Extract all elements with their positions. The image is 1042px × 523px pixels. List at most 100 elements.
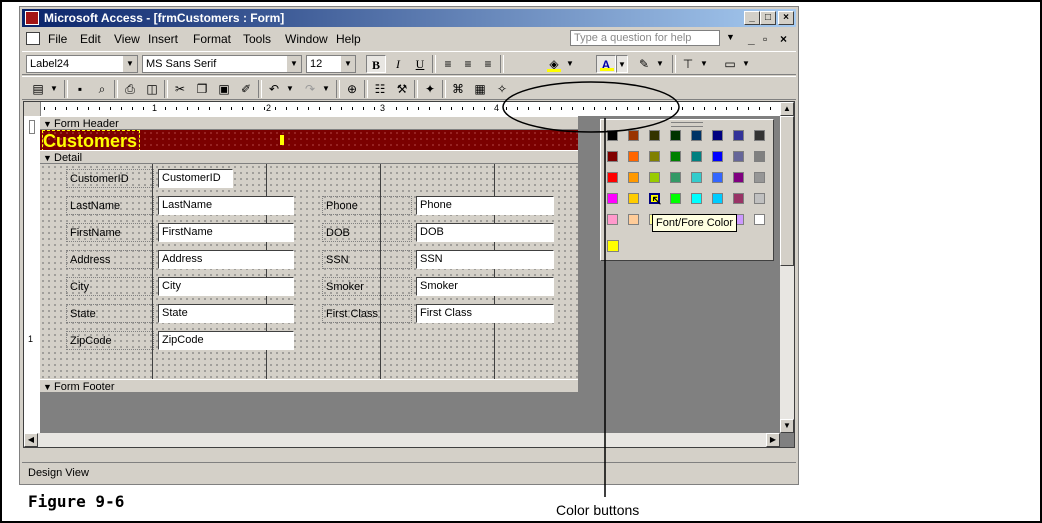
address-label[interactable]: Address bbox=[66, 250, 154, 269]
color-swatch[interactable] bbox=[649, 151, 660, 162]
field-list-icon[interactable]: ☷ bbox=[370, 80, 390, 98]
palette-move-handle[interactable] bbox=[671, 122, 703, 127]
scroll-right-icon[interactable]: ▶ bbox=[766, 433, 780, 447]
menu-edit[interactable]: Edit bbox=[80, 32, 101, 46]
special-effect-dropdown-icon[interactable]: ▼ bbox=[740, 55, 752, 73]
color-swatch[interactable] bbox=[691, 151, 702, 162]
format-painter-icon[interactable]: ✐ bbox=[236, 80, 256, 98]
first-class-label[interactable]: First Class bbox=[322, 304, 412, 323]
color-swatch[interactable] bbox=[754, 151, 765, 162]
color-swatch[interactable] bbox=[670, 151, 681, 162]
ssn-field[interactable]: SSN bbox=[416, 250, 554, 269]
zipcode-field[interactable]: ZipCode bbox=[158, 331, 294, 350]
smoker-field[interactable]: Smoker bbox=[416, 277, 554, 296]
close-button[interactable]: × bbox=[778, 11, 794, 25]
color-swatch[interactable] bbox=[670, 130, 681, 141]
city-field[interactable]: City bbox=[158, 277, 294, 296]
font-color-icon[interactable]: A bbox=[596, 55, 616, 73]
dob-field[interactable]: DOB bbox=[416, 223, 554, 242]
hyperlink-icon[interactable]: ⊕ bbox=[342, 80, 362, 98]
city-label[interactable]: City bbox=[66, 277, 154, 296]
color-swatch[interactable] bbox=[712, 193, 723, 204]
smoker-label[interactable]: Smoker bbox=[322, 277, 412, 296]
align-right-icon[interactable]: ≡ bbox=[478, 55, 498, 73]
form-header-bar[interactable]: ▼ Form Header bbox=[40, 116, 578, 130]
zipcode-label[interactable]: ZipCode bbox=[66, 331, 154, 350]
phone-field[interactable]: Phone bbox=[416, 196, 554, 215]
color-swatch[interactable] bbox=[712, 151, 723, 162]
color-swatch[interactable] bbox=[628, 151, 639, 162]
color-swatch[interactable] bbox=[691, 130, 702, 141]
color-swatch[interactable] bbox=[628, 193, 639, 204]
first-class-field[interactable]: First Class bbox=[416, 304, 554, 323]
save-icon[interactable]: ▪ bbox=[70, 80, 90, 98]
form-header-section[interactable]: Customers bbox=[40, 130, 578, 152]
line-color-dropdown-icon[interactable]: ▼ bbox=[654, 55, 666, 73]
state-label[interactable]: State bbox=[66, 304, 154, 323]
firstname-field[interactable]: FirstName bbox=[158, 223, 294, 242]
doc-close-icon[interactable]: × bbox=[780, 32, 787, 46]
align-center-icon[interactable]: ≡ bbox=[458, 55, 478, 73]
fill-color-dropdown-icon[interactable]: ▼ bbox=[564, 55, 576, 73]
undo-dropdown-icon[interactable]: ▼ bbox=[284, 80, 296, 98]
color-swatch[interactable] bbox=[670, 172, 681, 183]
form-icon[interactable] bbox=[26, 32, 40, 45]
form-footer-bar[interactable]: ▼ Form Footer bbox=[40, 379, 578, 393]
menu-help[interactable]: Help bbox=[336, 32, 361, 46]
font-name-select[interactable]: MS Sans Serif ▼ bbox=[142, 55, 302, 73]
redo-dropdown-icon[interactable]: ▼ bbox=[320, 80, 332, 98]
color-swatch[interactable] bbox=[607, 214, 618, 225]
color-swatch[interactable] bbox=[733, 193, 744, 204]
scroll-left-icon[interactable]: ◀ bbox=[24, 433, 38, 447]
color-swatch[interactable] bbox=[733, 151, 744, 162]
header-selector[interactable] bbox=[29, 120, 35, 134]
customerid-field[interactable]: CustomerID bbox=[158, 169, 233, 188]
special-effect-icon[interactable]: ▭ bbox=[720, 55, 740, 73]
scroll-thumb[interactable] bbox=[780, 116, 794, 266]
color-swatch[interactable] bbox=[691, 172, 702, 183]
color-swatch[interactable] bbox=[733, 130, 744, 141]
lastname-label[interactable]: LastName bbox=[66, 196, 154, 215]
lastname-field[interactable]: LastName bbox=[158, 196, 294, 215]
color-swatch[interactable] bbox=[691, 193, 702, 204]
properties-icon[interactable]: ▦ bbox=[470, 80, 490, 98]
doc-restore-icon[interactable]: ▫ bbox=[763, 32, 767, 46]
color-swatch[interactable] bbox=[649, 172, 660, 183]
header-title-label[interactable]: Customers bbox=[42, 130, 141, 152]
doc-minimize-icon[interactable]: _ bbox=[748, 32, 755, 46]
font-size-select[interactable]: 12 ▼ bbox=[306, 55, 356, 73]
line-color-icon[interactable]: ✎ bbox=[634, 55, 654, 73]
vertical-scrollbar[interactable]: ▲ ▼ bbox=[780, 102, 794, 433]
menu-window[interactable]: Window bbox=[285, 32, 328, 46]
cut-icon[interactable]: ✂ bbox=[170, 80, 190, 98]
color-swatch[interactable] bbox=[712, 172, 723, 183]
maximize-button[interactable]: □ bbox=[760, 11, 776, 25]
menu-insert[interactable]: Insert bbox=[148, 32, 178, 46]
color-swatch[interactable] bbox=[754, 130, 765, 141]
code-icon[interactable]: ⌘ bbox=[448, 80, 468, 98]
scroll-up-icon[interactable]: ▲ bbox=[780, 102, 794, 116]
line-width-icon[interactable]: ⊤ bbox=[678, 55, 698, 73]
detail-bar[interactable]: ▼ Detail bbox=[40, 150, 578, 164]
line-width-dropdown-icon[interactable]: ▼ bbox=[698, 55, 710, 73]
phone-label[interactable]: Phone bbox=[322, 196, 412, 215]
address-field[interactable]: Address bbox=[158, 250, 294, 269]
color-swatch[interactable] bbox=[670, 193, 681, 204]
color-swatch[interactable] bbox=[712, 130, 723, 141]
font-color-dropdown-icon[interactable]: ▼ bbox=[616, 55, 628, 73]
color-swatch[interactable] bbox=[628, 214, 639, 225]
color-swatch[interactable] bbox=[754, 193, 765, 204]
scroll-down-icon[interactable]: ▼ bbox=[780, 419, 794, 433]
view-dropdown-icon[interactable]: ▼ bbox=[48, 80, 60, 98]
copy-icon[interactable]: ❐ bbox=[192, 80, 212, 98]
toolbox-icon[interactable]: ⚒ bbox=[392, 80, 412, 98]
horizontal-scrollbar[interactable]: ◀ ▶ bbox=[24, 433, 780, 447]
autoformat-icon[interactable]: ✦ bbox=[420, 80, 440, 98]
underline-button[interactable]: U bbox=[410, 55, 430, 73]
menu-tools[interactable]: Tools bbox=[243, 32, 271, 46]
form-selector[interactable] bbox=[24, 102, 41, 116]
color-swatch[interactable] bbox=[607, 172, 618, 183]
undo-icon[interactable]: ↶ bbox=[264, 80, 284, 98]
resize-handle[interactable] bbox=[280, 135, 284, 145]
customerid-label[interactable]: CustomerID bbox=[66, 169, 154, 188]
